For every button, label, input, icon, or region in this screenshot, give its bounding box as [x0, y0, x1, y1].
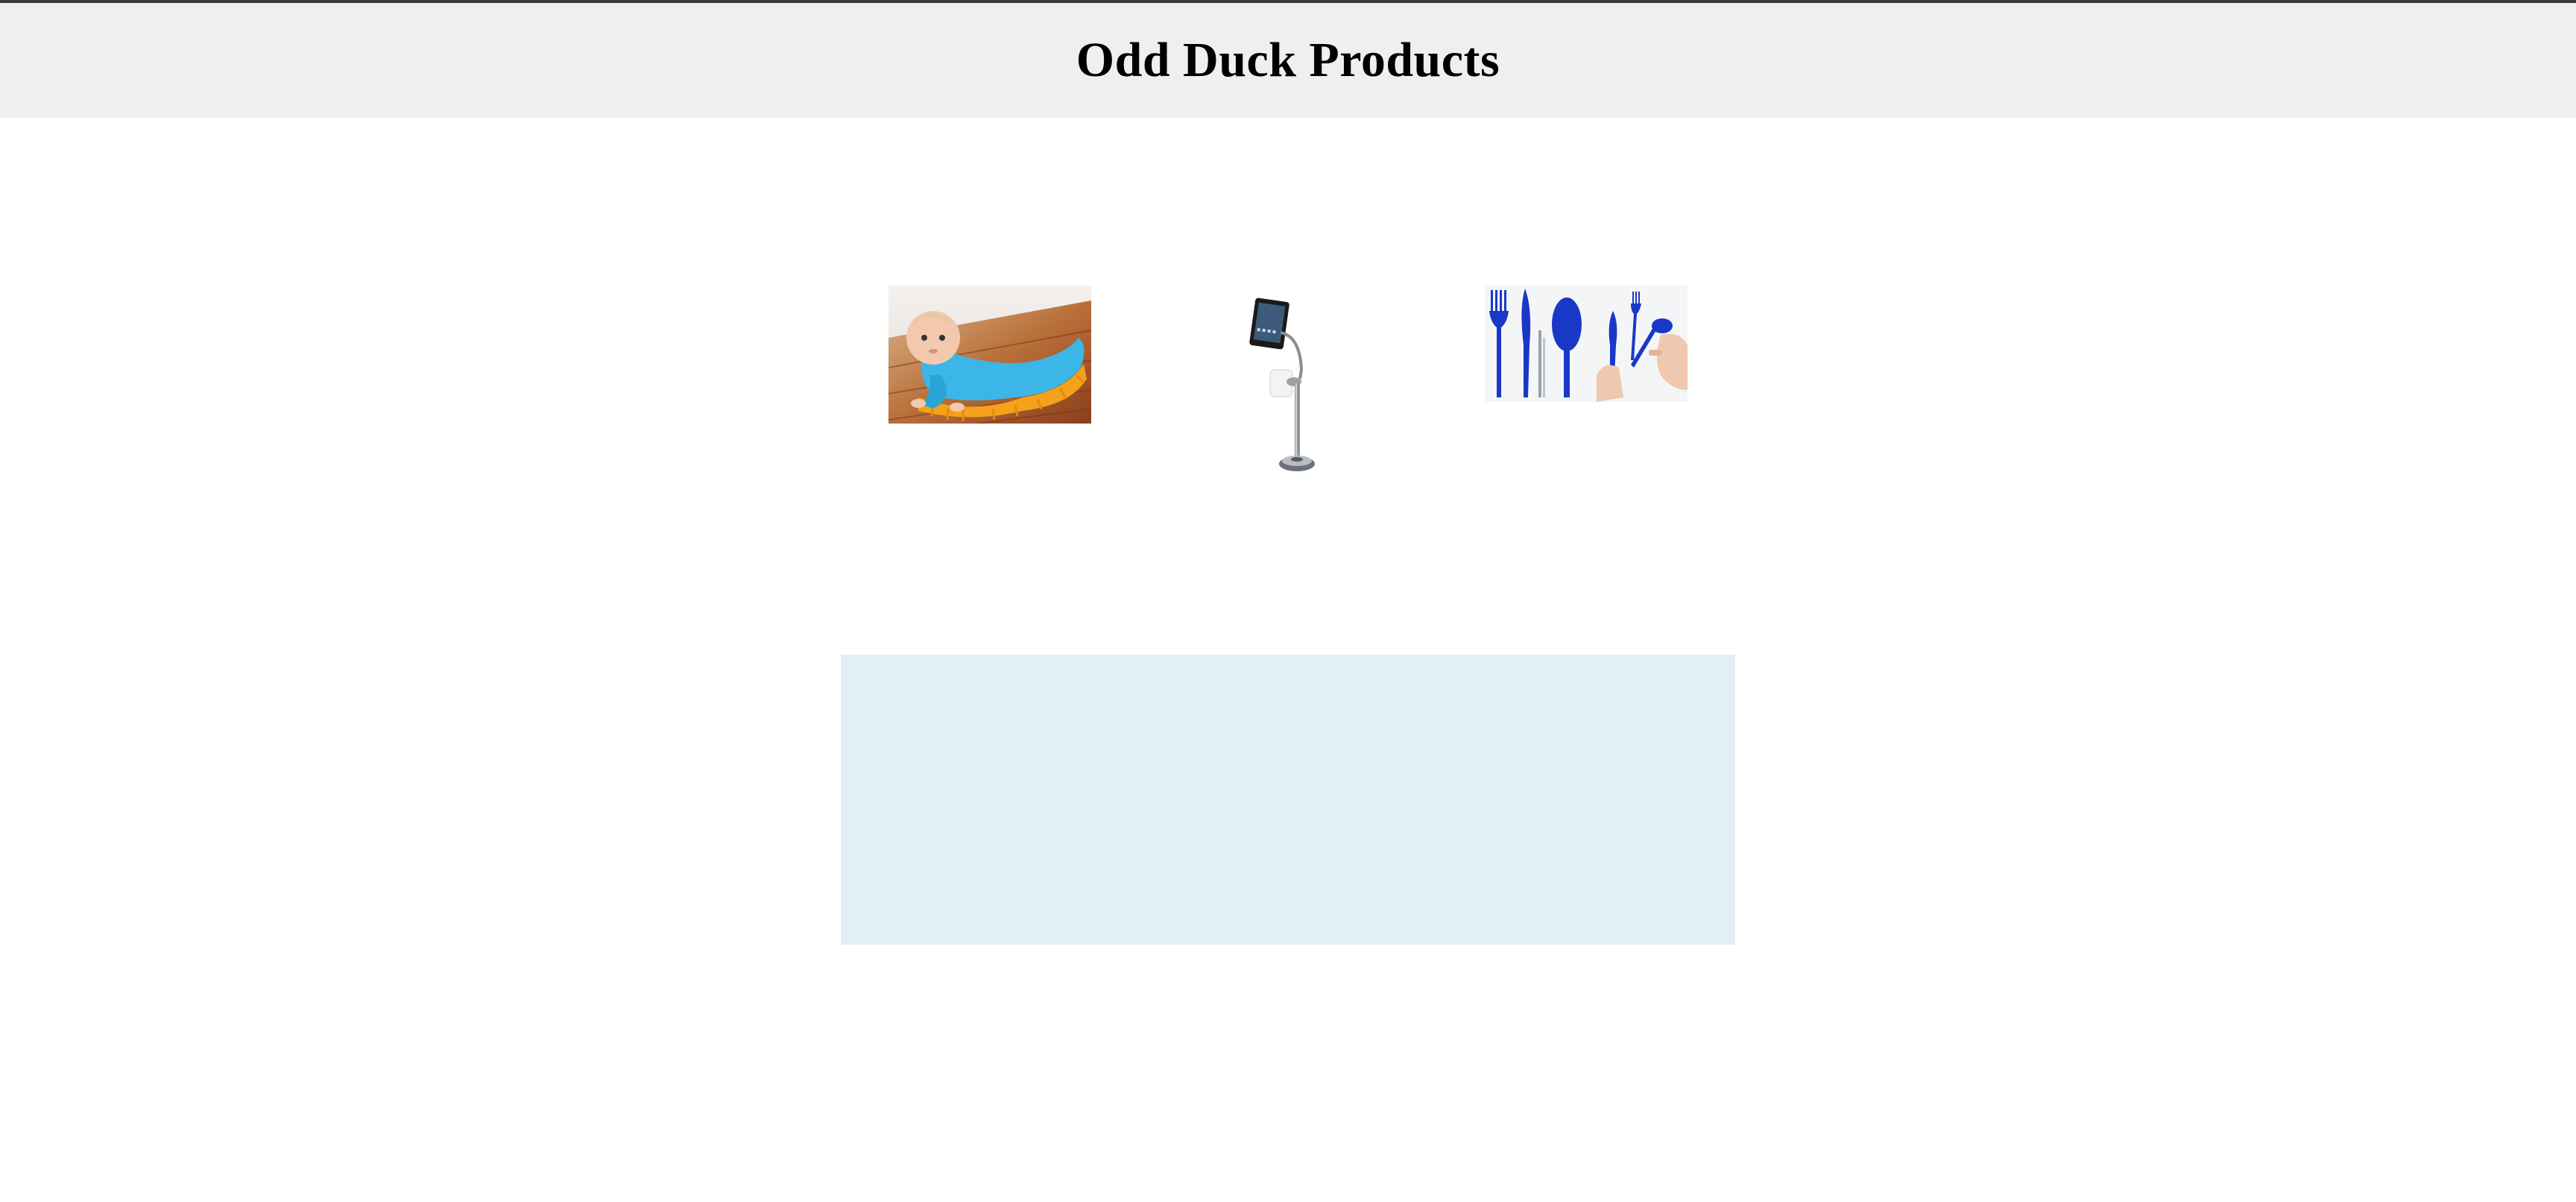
product-image-tablet-stand[interactable] — [1242, 295, 1324, 477]
page-title: Odd Duck Products — [1076, 33, 1500, 87]
blue-cutlery-set-image — [1485, 286, 1688, 402]
baby-sweeper-onesie-image — [888, 286, 1091, 424]
page-header: Odd Duck Products — [0, 3, 2576, 118]
product-image-baby-mop[interactable] — [888, 286, 1091, 424]
ipad-toilet-paper-stand-image — [1242, 295, 1324, 477]
results-panel — [841, 655, 1735, 945]
product-image-blue-utensils[interactable] — [1485, 286, 1688, 402]
